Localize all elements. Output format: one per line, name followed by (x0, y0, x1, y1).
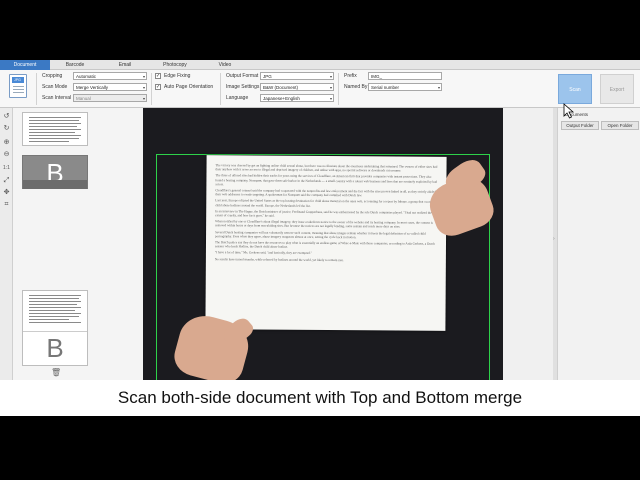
edge-fixing-checkbox[interactable]: ✓ (155, 73, 161, 79)
prefix-input[interactable]: IMG_ (368, 72, 442, 80)
scan-mode-label: Scan Mode (42, 84, 68, 90)
chevron-down-icon: ▾ (437, 85, 440, 90)
pan-icon[interactable]: ✥ (2, 188, 11, 197)
document-format-icon: JPG (9, 74, 27, 98)
thumbnail-panel: B B 🗑 (13, 108, 143, 380)
open-folder-button[interactable]: Open Folder (601, 121, 639, 130)
chevron-down-icon: ▾ (329, 85, 332, 90)
scan-interval-select[interactable]: Manual ▾ (73, 94, 147, 102)
output-format-label: Output Format (226, 73, 259, 79)
merged-back-letter: B (46, 333, 64, 363)
output-folder-button[interactable]: Output Folder (561, 121, 599, 130)
settings-ribbon: JPG Cropping Automatic ▾ Scan Mode Merge … (0, 70, 640, 119)
tab-email[interactable]: Email (100, 60, 150, 70)
trash-icon[interactable]: 🗑 (51, 368, 61, 377)
edge-fixing-label: Edge Fixing (164, 73, 191, 79)
page-thumbnail-2[interactable]: B (22, 155, 88, 189)
scanned-document: The victory was cheered by get an fighti… (205, 155, 447, 331)
page-thumbnail-1[interactable] (22, 112, 88, 146)
rotate-left-icon[interactable]: ↺ (2, 112, 11, 121)
language-label: Language (226, 95, 249, 101)
jpg-badge: JPG (12, 77, 24, 83)
tab-video[interactable]: Video (200, 60, 250, 70)
chevron-down-icon: ▾ (142, 96, 145, 101)
output-format-select[interactable]: JPG ▾ (260, 72, 334, 80)
image-settings-select[interactable]: B&W (Document) ▾ (260, 83, 334, 91)
document-body-text: The victory was cheered by get an fighti… (214, 163, 439, 262)
rotate-right-icon[interactable]: ↻ (2, 124, 11, 133)
named-by-label: Named By (344, 84, 368, 90)
zoom-in-icon[interactable]: ⊕ (2, 138, 11, 147)
scan-mode-select[interactable]: Merge Vertically ▾ (73, 83, 147, 91)
zoom-out-icon[interactable]: ⊖ (2, 150, 11, 159)
language-select[interactable]: Japanese+English ▾ (260, 94, 334, 102)
scanner-app-window: Document Barcode Email Photocopy Video J… (0, 60, 640, 380)
auto-orientation-label: Auto Page Orientation (164, 84, 214, 90)
prefix-label: Prefix (344, 73, 357, 79)
chevron-down-icon: ▾ (142, 74, 145, 79)
mode-tab-bar: Document Barcode Email Photocopy Video (0, 60, 640, 70)
scan-button[interactable]: Scan (558, 74, 592, 104)
actual-size-icon[interactable]: 1:1 (2, 164, 11, 173)
left-toolbar: ↺ ↻ ⊕ ⊖ 1:1 ⤢ ✥ ⌗ (0, 108, 13, 380)
tab-document[interactable]: Document (0, 60, 50, 70)
chevron-down-icon: ▾ (329, 96, 332, 101)
chevron-down-icon: ▾ (329, 74, 332, 79)
export-button[interactable]: Export (600, 74, 634, 104)
chevron-down-icon: ▾ (142, 85, 145, 90)
video-caption: Scan both-side document with Top and Bot… (0, 380, 640, 416)
named-by-select[interactable]: Serial number ▾ (368, 83, 442, 91)
merged-page-thumbnail[interactable]: B (22, 290, 88, 366)
image-settings-label: Image Settings (226, 84, 260, 90)
output-pane: /Documents Output Folder Open Folder (557, 108, 640, 380)
tab-photocopy[interactable]: Photocopy (150, 60, 200, 70)
scan-interval-label: Scan Interval (42, 95, 72, 101)
tab-barcode[interactable]: Barcode (50, 60, 100, 70)
cropping-select[interactable]: Automatic ▾ (73, 72, 147, 80)
auto-orientation-checkbox[interactable]: ✓ (155, 84, 161, 90)
camera-preview: The victory was cheered by get an fighti… (143, 108, 503, 380)
cropping-label: Cropping (42, 73, 63, 79)
fit-window-icon[interactable]: ⤢ (2, 176, 11, 185)
crop-icon[interactable]: ⌗ (2, 200, 11, 209)
